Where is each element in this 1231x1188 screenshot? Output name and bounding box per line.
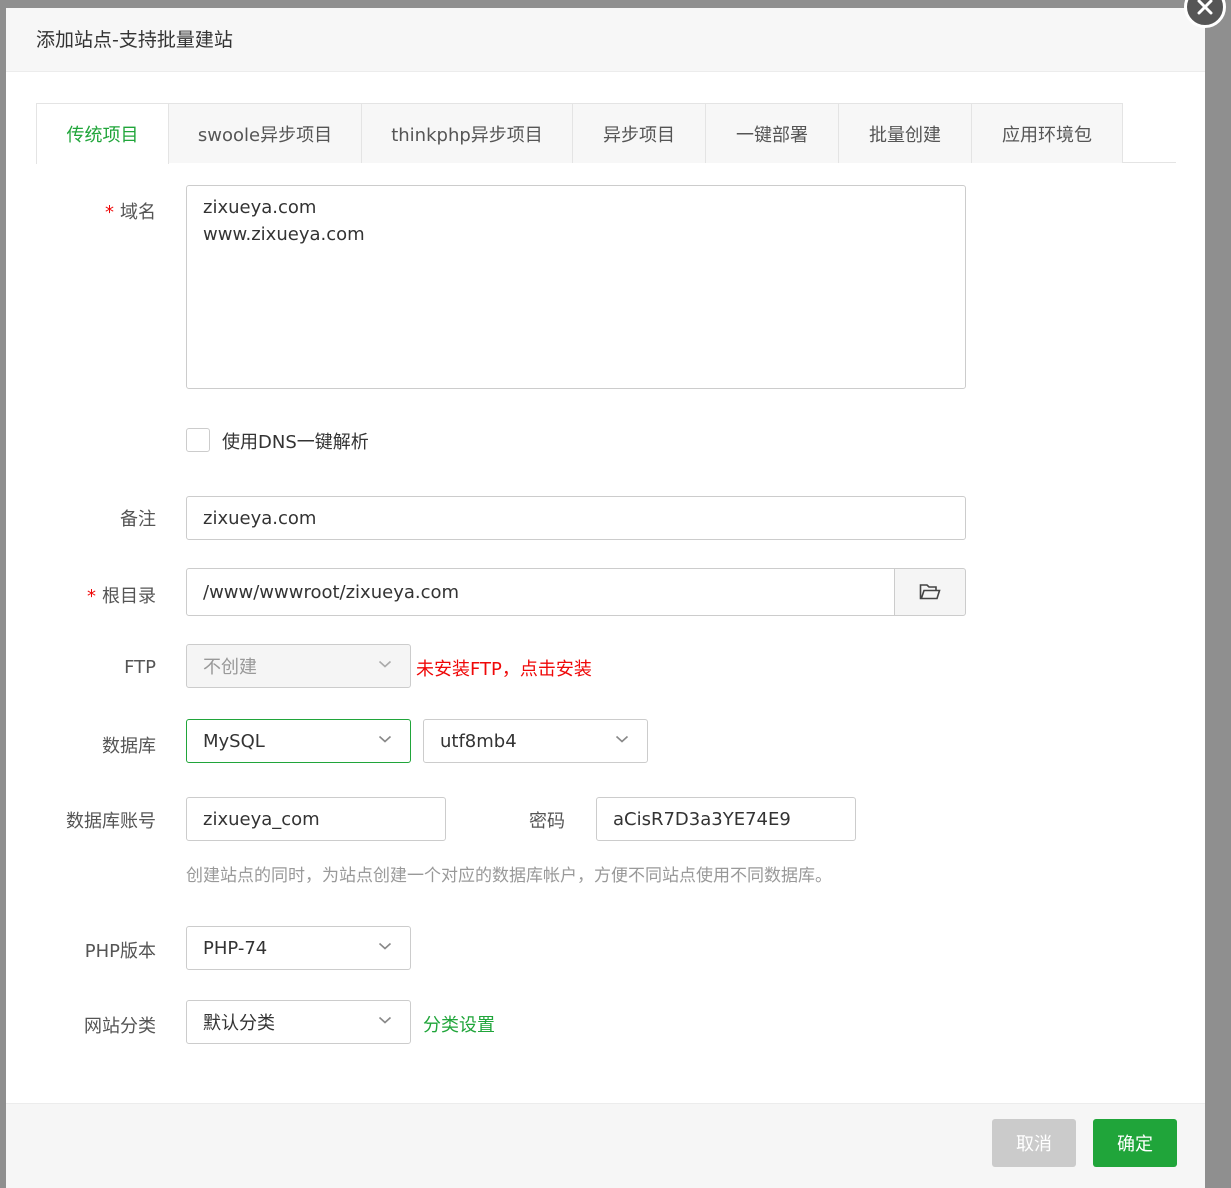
database-charset-select[interactable]: utf8mb4 bbox=[423, 719, 648, 763]
folder-icon bbox=[919, 584, 941, 600]
db-password-label: 密码 bbox=[529, 811, 565, 832]
domain-label: * 域名 bbox=[105, 202, 156, 223]
add-site-dialog: 添加站点-支持批量建站 传统项目 swoole异步项目 thinkphp异步项目… bbox=[6, 8, 1205, 1188]
database-type-select[interactable]: MySQL bbox=[186, 719, 411, 763]
project-type-tabs: 传统项目 swoole异步项目 thinkphp异步项目 异步项目 一键部署 批… bbox=[36, 103, 1176, 164]
db-account-input[interactable] bbox=[186, 797, 446, 841]
tab-one-click-deploy[interactable]: 一键部署 bbox=[706, 103, 839, 163]
site-category-select[interactable]: 默认分类 bbox=[186, 1000, 411, 1044]
tab-batch-create[interactable]: 批量创建 bbox=[839, 103, 972, 163]
root-dir-input[interactable] bbox=[186, 568, 895, 616]
remark-label: 备注 bbox=[120, 509, 156, 530]
dns-checkbox-label: 使用DNS一键解析 bbox=[222, 432, 369, 453]
site-category-label: 网站分类 bbox=[84, 1016, 156, 1037]
remark-input[interactable] bbox=[186, 496, 966, 540]
install-ftp-link[interactable]: 未安装FTP，点击安装 bbox=[416, 655, 592, 681]
cancel-button[interactable]: 取消 bbox=[992, 1119, 1076, 1167]
database-label: 数据库 bbox=[102, 736, 156, 757]
php-version-label: PHP版本 bbox=[84, 941, 156, 962]
ftp-select[interactable]: 不创建 bbox=[186, 644, 411, 688]
db-password-input[interactable] bbox=[596, 797, 856, 841]
required-mark: * bbox=[87, 586, 96, 607]
chevron-down-icon bbox=[615, 735, 629, 743]
tab-traditional-project[interactable]: 传统项目 bbox=[36, 103, 169, 164]
category-settings-link[interactable]: 分类设置 bbox=[423, 1011, 495, 1037]
dialog-title: 添加站点-支持批量建站 bbox=[6, 8, 1205, 72]
tab-swoole-async-project[interactable]: swoole异步项目 bbox=[169, 103, 362, 163]
close-icon bbox=[1197, 0, 1213, 15]
chevron-down-icon bbox=[378, 942, 392, 950]
browse-folder-button[interactable] bbox=[894, 568, 966, 616]
root-dir-label: * 根目录 bbox=[87, 586, 156, 607]
domain-textarea[interactable]: zixueya.com www.zixueya.com bbox=[186, 185, 966, 389]
tab-async-project[interactable]: 异步项目 bbox=[573, 103, 706, 163]
chevron-down-icon bbox=[378, 660, 392, 668]
db-hint-text: 创建站点的同时，为站点创建一个对应的数据库帐户，方便不同站点使用不同数据库。 bbox=[186, 866, 832, 886]
required-mark: * bbox=[105, 202, 114, 223]
ftp-label: FTP bbox=[124, 657, 156, 678]
tab-app-env-package[interactable]: 应用环境包 bbox=[972, 103, 1123, 163]
tab-thinkphp-async-project[interactable]: thinkphp异步项目 bbox=[362, 103, 573, 163]
dns-checkbox[interactable] bbox=[186, 428, 210, 452]
confirm-button[interactable]: 确定 bbox=[1093, 1119, 1177, 1167]
php-version-select[interactable]: PHP-74 bbox=[186, 926, 411, 970]
db-account-label: 数据库账号 bbox=[66, 811, 156, 832]
chevron-down-icon bbox=[378, 1016, 392, 1024]
chevron-down-icon bbox=[378, 735, 392, 743]
